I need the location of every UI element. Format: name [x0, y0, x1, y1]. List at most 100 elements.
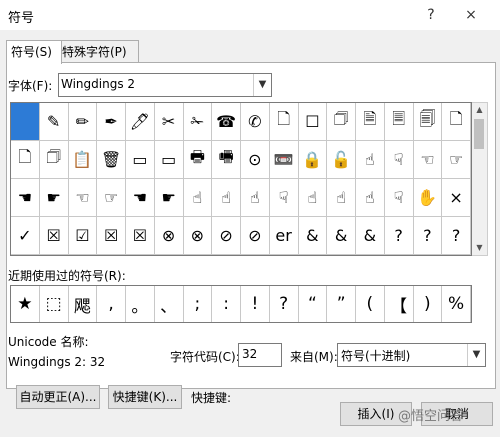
symbol-cell[interactable]: ☒ — [126, 217, 155, 255]
recent-symbol-cell[interactable]: ; — [184, 286, 213, 322]
symbol-cell[interactable]: ⊗ — [183, 217, 213, 255]
tab-symbols[interactable]: 符号(S) — [6, 40, 62, 64]
symbol-cell[interactable]: & — [327, 217, 356, 255]
symbol-cell[interactable]: ☟ — [384, 179, 414, 217]
recent-symbol-cell[interactable]: ” — [327, 286, 356, 322]
symbol-cell[interactable]: ☟ — [269, 179, 299, 217]
character-code-value: 32 — [242, 347, 258, 361]
symbol-cell[interactable]: ✎ — [39, 103, 69, 141]
from-select[interactable]: 符号(十进制) ▼ — [337, 343, 486, 367]
symbol-cell[interactable]: ? — [384, 217, 414, 255]
scroll-down-icon[interactable]: ▼ — [472, 241, 487, 255]
scrollbar-thumb[interactable] — [474, 119, 484, 149]
symbol-grid[interactable]: ✎ ✏ ✒ 🖊 ✂ ✁ ☎ ✆ 🗋 ☐ 🗇 🗎 🗏 🗐 🗋 🗋 🗇 📋 🗑 ▭ ▭ 🖶 🖷 ⊙ 📼 🔒 🔓 ☝ ☟ ☜ ☞ ☚ ☛ ☜ ☞ ☚ ☛ ☝ ☝ ☝… — [10, 102, 472, 256]
symbol-cell[interactable]: 🗎 — [356, 103, 385, 141]
symbol-cell[interactable]: & — [298, 217, 328, 255]
recent-symbol-cell[interactable]: : — [212, 286, 241, 322]
symbol-cell[interactable]: ☝ — [298, 179, 328, 217]
symbol-cell[interactable]: ☝ — [183, 179, 213, 217]
symbol-cell[interactable]: ☒ — [39, 217, 69, 255]
symbol-cell[interactable]: 🗇 — [39, 141, 69, 179]
recent-symbol-cell[interactable]: ) — [414, 286, 443, 322]
close-icon[interactable]: × — [458, 4, 484, 26]
symbol-cell[interactable]: ☞ — [97, 179, 126, 217]
recent-symbol-cell[interactable]: “ — [299, 286, 328, 322]
symbol-cell[interactable]: ⊘ — [212, 217, 241, 255]
symbol-cell[interactable]: ☝ — [212, 179, 241, 217]
recent-symbol-cell[interactable]: ★ — [11, 286, 40, 322]
symbol-cell[interactable]: ☝ — [356, 179, 385, 217]
symbol-cell[interactable]: ☝ — [356, 141, 385, 179]
font-select[interactable]: Wingdings 2 ▼ — [58, 73, 272, 97]
symbol-cell[interactable]: & — [356, 217, 385, 255]
symbol-cell[interactable]: 🗑 — [97, 141, 126, 179]
symbol-cell[interactable]: ☛ — [39, 179, 69, 217]
symbol-cell[interactable]: × — [442, 179, 471, 217]
symbol-cell[interactable]: ⊙ — [241, 141, 270, 179]
recent-symbol-cell[interactable]: ( — [356, 286, 385, 322]
symbol-cell[interactable]: 📼 — [269, 141, 299, 179]
tab-special-characters[interactable]: 特殊字符(P) — [57, 40, 139, 63]
symbol-cell[interactable]: 🔒 — [298, 141, 328, 179]
symbol-cell[interactable]: 🗋 — [442, 103, 471, 141]
symbol-cell[interactable]: ? — [442, 217, 471, 255]
help-icon[interactable]: ? — [418, 4, 444, 26]
recent-symbol-cell[interactable]: 飔 — [69, 286, 98, 322]
symbol-cell[interactable]: er — [269, 217, 299, 255]
symbol-cell[interactable]: ✓ — [11, 217, 40, 255]
symbol-cell[interactable]: 🖷 — [212, 141, 241, 179]
symbol-cell[interactable]: ☐ — [298, 103, 328, 141]
symbol-cell[interactable]: 📋 — [68, 141, 98, 179]
symbol-cell[interactable]: ✒ — [97, 103, 126, 141]
symbol-cell[interactable]: ☟ — [384, 141, 414, 179]
recent-symbols-grid[interactable]: ★ ⬚ 飔,。、;:!? “”(【)% — [10, 285, 472, 323]
scroll-up-icon[interactable]: ▲ — [472, 103, 487, 117]
recent-symbol-cell[interactable]: 、 — [155, 286, 184, 322]
symbol-cell[interactable]: 🖊 — [126, 103, 155, 141]
symbol-cell[interactable]: 🗋 — [269, 103, 299, 141]
symbol-cell[interactable]: 🔓 — [327, 141, 356, 179]
symbol-cell[interactable]: 🗋 — [11, 141, 40, 179]
symbol-cell[interactable]: ⊘ — [241, 217, 270, 255]
symbol-cell[interactable]: 🗏 — [384, 103, 414, 141]
symbol-cell[interactable]: ☜ — [68, 179, 98, 217]
symbol-cell[interactable]: ▭ — [154, 141, 184, 179]
symbol-cell[interactable] — [11, 103, 40, 141]
symbol-cell[interactable]: ✋ — [413, 179, 443, 217]
unicode-name-value: Wingdings 2: 32 — [8, 355, 106, 369]
recent-symbol-cell[interactable]: 【 — [385, 286, 414, 322]
recent-symbol-cell[interactable]: ⬚ — [40, 286, 69, 322]
recent-symbol-cell[interactable]: % — [442, 286, 471, 322]
symbol-cell[interactable]: ✏ — [68, 103, 98, 141]
symbol-cell[interactable]: 🖶 — [183, 141, 213, 179]
autocorrect-button[interactable]: 自动更正(A)... — [16, 385, 100, 409]
symbol-cell[interactable]: ✂ — [154, 103, 184, 141]
symbol-cell[interactable]: ▭ — [126, 141, 155, 179]
symbol-cell[interactable]: ☚ — [126, 179, 155, 217]
symbol-grid-scrollbar[interactable]: ▲ ▼ — [472, 102, 488, 256]
symbol-cell[interactable]: ⊗ — [154, 217, 184, 255]
chevron-down-icon[interactable]: ▼ — [467, 344, 485, 366]
symbol-cell[interactable]: ✁ — [183, 103, 213, 141]
recent-symbol-cell[interactable]: ? — [270, 286, 299, 322]
symbol-cell[interactable]: ☚ — [11, 179, 40, 217]
recent-symbol-cell[interactable]: 。 — [126, 286, 155, 322]
symbol-cell[interactable]: 🗐 — [413, 103, 443, 141]
symbol-cell[interactable]: ☝ — [327, 179, 356, 217]
recent-symbol-cell[interactable]: ! — [241, 286, 270, 322]
symbol-cell[interactable]: ☝ — [241, 179, 270, 217]
font-label: 字体(F): — [8, 79, 53, 93]
symbol-cell[interactable]: 🗇 — [327, 103, 356, 141]
symbol-cell[interactable]: ☑ — [68, 217, 98, 255]
recent-symbol-cell[interactable]: , — [97, 286, 126, 322]
symbol-cell[interactable]: ☛ — [154, 179, 184, 217]
symbol-cell[interactable]: ☒ — [97, 217, 126, 255]
symbol-cell[interactable]: ☜ — [413, 141, 443, 179]
chevron-down-icon[interactable]: ▼ — [253, 74, 271, 96]
character-code-input[interactable]: 32 — [238, 343, 282, 367]
symbol-cell[interactable]: ☞ — [442, 141, 471, 179]
symbol-cell[interactable]: ☎ — [212, 103, 241, 141]
shortcut-key-button[interactable]: 快捷键(K)... — [108, 385, 182, 409]
symbol-cell[interactable]: ✆ — [241, 103, 270, 141]
symbol-cell[interactable]: ? — [413, 217, 443, 255]
